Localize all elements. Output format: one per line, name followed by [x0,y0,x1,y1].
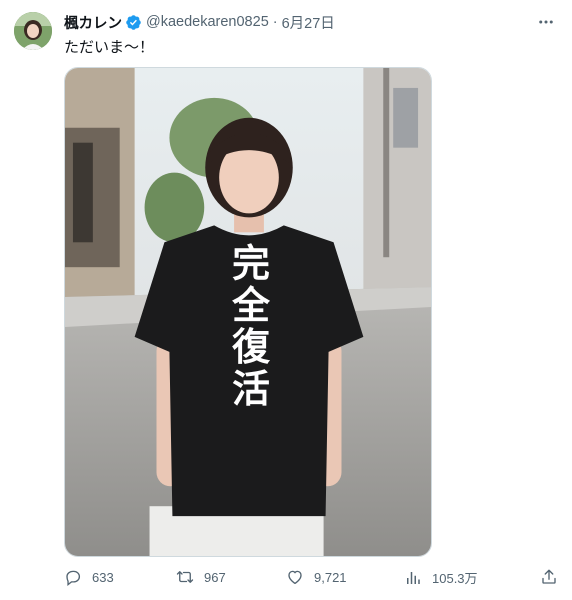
like-count: 9,721 [314,569,347,585]
tweet-header: 楓カレン @kaedekaren0825 · 6月27日 [64,12,335,32]
retweet-icon [176,571,194,583]
tweet: 楓カレン @kaedekaren0825 · 6月27日 ただいま〜！ 完全復活… [0,0,572,600]
timestamp[interactable]: 6月27日 [282,12,335,33]
verified-badge-icon [125,14,142,31]
reply-button[interactable]: 633 [64,568,114,586]
tweet-text: ただいま〜！ [64,39,155,56]
share-button[interactable] [540,568,558,586]
tweet-photo[interactable]: 完全復活 [64,67,432,557]
share-icon [542,569,556,584]
views-icon [407,571,420,584]
view-count: 105.3万 [432,571,478,586]
display-name[interactable]: 楓カレン [64,12,122,33]
retweet-button[interactable]: 967 [176,568,226,586]
avatar[interactable] [14,12,52,50]
more-icon [539,20,553,24]
like-button[interactable]: 9,721 [286,568,347,586]
separator-dot: · [272,14,278,30]
action-bar: 633 967 9,721 105.3万 [64,566,558,590]
shirt-text: 完全復活 [226,243,271,411]
reply-count: 633 [92,569,114,585]
heart-icon [288,570,302,585]
avatar-image [14,12,52,50]
photo-image: 完全復活 [65,68,431,556]
more-button[interactable] [534,12,558,32]
reply-icon [66,570,81,586]
views-button[interactable]: 105.3万 [404,568,478,587]
retweet-count: 967 [204,569,226,585]
handle[interactable]: @kaedekaren0825 [146,14,269,30]
